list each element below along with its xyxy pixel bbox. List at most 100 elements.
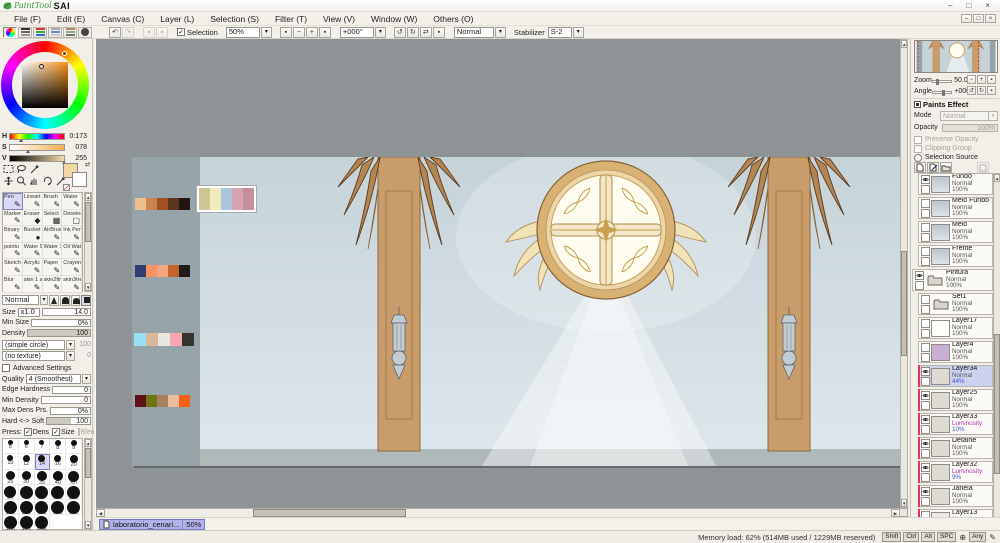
layer-row-meio-fundo[interactable]: Meio Fundo Normal 100% <box>918 197 993 219</box>
nav-rotate-reset-button[interactable]: ▪ <box>987 86 996 95</box>
zoom-reset-button[interactable]: ▪ <box>279 26 292 38</box>
layer-row-layer25[interactable]: Layer25 Normal 100% <box>918 389 993 411</box>
brush-texture-dropdown[interactable]: (no texture) <box>2 350 65 361</box>
canvas-document[interactable] <box>132 157 900 466</box>
max-dens-slider[interactable]: 0% <box>49 406 91 415</box>
layer-secondary-toggle[interactable] <box>915 280 924 290</box>
tool-skin-1-aq[interactable]: skin 1 aq✎ <box>22 275 43 293</box>
preset-size-60[interactable]: 60 <box>3 484 19 501</box>
presets-scrollbar[interactable]: ▲ ▼ <box>84 438 92 530</box>
brush-texture-arrow[interactable]: ▾ <box>66 350 75 361</box>
brush-edge-sharp-button[interactable] <box>49 294 59 306</box>
presets-scroll-thumb[interactable] <box>85 448 91 478</box>
min-size-slider[interactable]: 0% <box>30 318 91 327</box>
layer-mask-button[interactable] <box>977 162 989 173</box>
min-density-slider[interactable]: 0 <box>40 396 91 404</box>
layer-row-pintura[interactable]: Pintura Normal 100% <box>912 269 993 291</box>
preset-size-5[interactable]: 5 <box>3 439 19 455</box>
hue-slider[interactable] <box>9 132 65 142</box>
canvas-hscroll-thumb[interactable] <box>253 509 406 517</box>
preset-size-500[interactable]: 500 <box>34 515 51 531</box>
brush-edge-flat-button[interactable] <box>81 294 92 306</box>
tool-brush[interactable]: Brush ✎ <box>42 193 63 210</box>
redo-button[interactable]: ↷ <box>122 26 134 38</box>
layer-row-meio[interactable]: Meio Normal 100% <box>918 221 993 243</box>
layer-row-layer4[interactable]: Layer4 Normal 100% <box>918 341 993 363</box>
transparent-color-icon[interactable] <box>63 184 70 191</box>
preset-size-450[interactable]: 450 <box>18 515 35 531</box>
layer-secondary-toggle[interactable] <box>921 376 930 386</box>
tool-oil-wate[interactable]: Oil Wate✎ <box>62 242 82 260</box>
window-maximize-button[interactable]: □ <box>966 1 971 10</box>
stabilizer-dropdown[interactable]: S-2 <box>547 26 572 38</box>
value-slider[interactable] <box>9 154 66 164</box>
layer-visibility-toggle[interactable] <box>921 294 930 304</box>
tool-sketch[interactable]: Sketch ✎ <box>3 259 23 276</box>
navigator-thumbnail[interactable] <box>914 40 998 73</box>
zoom-fit-button[interactable]: ▪ <box>318 26 331 38</box>
preset-size-16[interactable]: 16 <box>50 454 67 470</box>
brush-shape-arrow[interactable]: ▾ <box>66 339 75 350</box>
color-wheel[interactable] <box>1 41 89 129</box>
preset-size-300[interactable]: 300 <box>50 500 67 516</box>
layer-visibility-toggle[interactable] <box>921 198 930 208</box>
preset-size-7[interactable]: 7 <box>34 439 51 455</box>
tool-paper[interactable]: Paper ✎ <box>42 259 63 276</box>
preset-size-14[interactable]: 14 <box>34 454 51 470</box>
brush-edge-dome-button[interactable] <box>70 294 81 306</box>
layer-row-fundo[interactable]: Fundo Normal 100% <box>918 173 993 195</box>
selection-visibility-checkbox[interactable]: ✓ <box>177 28 185 36</box>
layer-secondary-toggle[interactable] <box>921 496 930 506</box>
flip-h-button[interactable]: ⇄ <box>419 26 432 38</box>
preset-size-20[interactable]: 20 <box>66 454 82 470</box>
stabilizer-dropdown-arrow[interactable]: ▾ <box>572 26 584 38</box>
rotate-reset-button[interactable]: ▪ <box>432 26 445 38</box>
rotate-ccw-button[interactable]: ↺ <box>393 26 406 38</box>
layer-secondary-toggle[interactable] <box>921 184 930 194</box>
window-close-button[interactable]: × <box>985 1 990 10</box>
angle-dropdown[interactable]: +000° <box>339 26 374 38</box>
paints-effect-toggle-icon[interactable] <box>914 101 921 108</box>
saturation-slider[interactable] <box>9 143 65 153</box>
layer-row-set1[interactable]: Set1 Normal 100% <box>918 293 993 315</box>
tool-marker[interactable]: Marker ✎ <box>3 209 23 227</box>
menu-window[interactable]: Window (W) <box>363 14 425 24</box>
tool-skin2fin[interactable]: skin2fin ✎ <box>42 275 63 293</box>
edge-hardness-slider[interactable]: 0 <box>52 385 91 394</box>
zoom-tool-icon[interactable] <box>15 175 28 187</box>
advanced-settings-toggle[interactable] <box>2 364 10 372</box>
preset-size-150[interactable]: 150 <box>3 500 19 516</box>
hard-soft-slider[interactable]: 100 <box>46 417 91 425</box>
canvas-horizontal-scrollbar[interactable]: ◀ ▶ <box>96 508 900 517</box>
rotate-cw-button[interactable]: ↻ <box>406 26 419 38</box>
layers-scroll-thumb[interactable] <box>994 334 1000 474</box>
preset-size-12[interactable]: 12 <box>18 454 35 470</box>
sv-marker[interactable] <box>39 64 44 69</box>
layer-row-layer33[interactable]: Layer33 Luminosity 10% <box>918 413 993 435</box>
menu-layer[interactable]: Layer (L) <box>152 14 202 24</box>
color-wheel-tab-icon[interactable] <box>3 26 17 38</box>
size-slider[interactable]: 14.0 <box>41 308 91 316</box>
background-color-swatch[interactable] <box>72 172 87 187</box>
layer-visibility-toggle[interactable] <box>921 414 930 424</box>
menu-view[interactable]: View (V) <box>315 14 363 24</box>
preset-size-200[interactable]: 200 <box>18 500 35 516</box>
tool-grid-scroll-thumb[interactable] <box>85 202 91 242</box>
menu-canvas[interactable]: Canvas (C) <box>93 14 152 24</box>
layer-secondary-toggle[interactable] <box>921 472 930 482</box>
layer-row-detalhe[interactable]: Detalhe Normal 100% <box>918 437 993 459</box>
menu-filter[interactable]: Filter (T) <box>267 14 315 24</box>
zoom-dropdown-arrow[interactable]: ▾ <box>260 26 272 38</box>
paints-effect-header[interactable]: Paints Effect <box>914 100 968 109</box>
tool-water-9[interactable]: Water 9 ✎ <box>22 242 43 260</box>
preset-size-80[interactable]: 80 <box>34 484 51 501</box>
menu-selection[interactable]: Selection (S) <box>202 14 267 24</box>
preset-size-120[interactable]: 120 <box>66 484 82 501</box>
tool-pointu[interactable]: pointu ✎ <box>3 242 23 260</box>
zoom-out-button[interactable]: − <box>292 26 305 38</box>
canvas-vscroll-thumb[interactable] <box>901 251 907 356</box>
brush-shape-dropdown[interactable]: (simple circle) <box>2 339 65 350</box>
layer-secondary-toggle[interactable] <box>921 208 930 218</box>
layer-row-layer32[interactable]: Layer32 Luminosity 9% <box>918 461 993 483</box>
tool-acrylic[interactable]: Acrylic ✎ <box>22 259 43 276</box>
